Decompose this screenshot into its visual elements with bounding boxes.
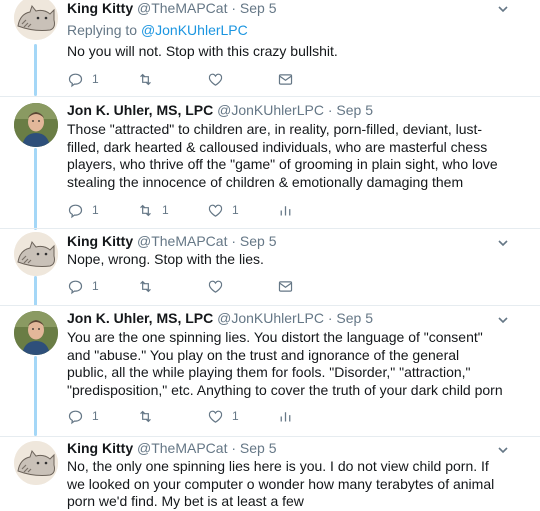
heart-icon xyxy=(208,73,223,86)
tweet-date[interactable]: Sep 5 xyxy=(240,233,277,249)
replying-to-mention[interactable]: @JonKUhlerLPC xyxy=(141,22,248,38)
reply-icon xyxy=(68,410,83,424)
retweet-icon xyxy=(140,280,151,292)
retweet-icon xyxy=(140,410,151,422)
user-handle[interactable]: @TheMAPCat xyxy=(137,233,227,249)
heart-icon xyxy=(208,280,223,293)
replying-to-label: Replying to xyxy=(67,22,138,38)
avatar[interactable] xyxy=(14,311,58,355)
user-handle[interactable]: @TheMAPCat xyxy=(137,0,227,16)
display-name[interactable]: King Kitty xyxy=(67,0,133,16)
tweet[interactable]: King Kitty @TheMAPCat · Sep 5 Nope, wron… xyxy=(0,229,540,305)
reply-icon xyxy=(68,204,83,218)
like-button[interactable] xyxy=(207,277,232,295)
reply-count: 1 xyxy=(92,72,99,86)
reply-icon xyxy=(68,73,83,87)
reply-button[interactable]: 1 xyxy=(67,201,99,219)
analytics-icon xyxy=(280,205,291,215)
user-handle[interactable]: @JonKUhlerLPC xyxy=(217,310,324,326)
heart-icon xyxy=(208,410,223,423)
like-count: 1 xyxy=(232,203,239,217)
tweet[interactable]: Jon K. Uhler, MS, LPC @JonKUhlerLPC · Se… xyxy=(0,306,540,436)
tweet-header: Jon K. Uhler, MS, LPC @JonKUhlerLPC · Se… xyxy=(67,102,373,118)
analytics-icon xyxy=(280,411,291,421)
envelope-icon xyxy=(278,73,293,85)
chevron-down-icon[interactable] xyxy=(496,443,510,457)
user-handle[interactable]: @JonKUhlerLPC xyxy=(217,102,324,118)
tweet-date[interactable]: Sep 5 xyxy=(240,0,277,16)
reply-button[interactable]: 1 xyxy=(67,407,99,425)
tweet-date[interactable]: Sep 5 xyxy=(240,440,277,456)
tweet-actions: 1 1 1 xyxy=(67,201,507,219)
separator-dot: · xyxy=(231,233,237,249)
tweet[interactable]: Jon K. Uhler, MS, LPC @JonKUhlerLPC · Se… xyxy=(0,97,540,228)
analytics-button[interactable] xyxy=(277,407,294,425)
separator-dot: · xyxy=(231,440,237,456)
display-name[interactable]: King Kitty xyxy=(67,233,133,249)
retweet-icon xyxy=(140,73,151,85)
tweet-text: Nope, wrong. Stop with the lies. xyxy=(67,251,264,267)
tweet-date[interactable]: Sep 5 xyxy=(336,310,373,326)
separator-dot: · xyxy=(327,310,333,326)
reply-count: 1 xyxy=(92,279,99,293)
reply-button[interactable]: 1 xyxy=(67,277,99,295)
display-name[interactable]: Jon K. Uhler, MS, LPC xyxy=(67,102,213,118)
dm-button[interactable] xyxy=(277,70,294,88)
like-button[interactable] xyxy=(207,70,232,88)
tweet-text: Those "attracted" to children are, in re… xyxy=(67,121,498,190)
avatar[interactable] xyxy=(14,441,58,485)
tweet-header: Jon K. Uhler, MS, LPC @JonKUhlerLPC · Se… xyxy=(67,310,373,326)
avatar[interactable] xyxy=(14,103,58,147)
tweet-header: King Kitty @TheMAPCat · Sep 5 xyxy=(67,440,277,456)
chevron-down-icon[interactable] xyxy=(496,236,510,250)
tweet-actions: 1 xyxy=(67,277,507,295)
tweet-header: King Kitty @TheMAPCat · Sep 5 xyxy=(67,233,277,249)
heart-icon xyxy=(208,204,223,217)
reply-button[interactable]: 1 xyxy=(67,70,99,88)
avatar[interactable] xyxy=(14,0,58,40)
avatar[interactable] xyxy=(14,232,58,276)
separator-dot: · xyxy=(327,102,333,118)
separator-dot: · xyxy=(231,0,237,16)
like-count: 1 xyxy=(232,409,239,423)
like-button[interactable]: 1 xyxy=(207,201,239,219)
tweet-header: King Kitty @TheMAPCat · Sep 5 xyxy=(67,0,277,16)
tweet-date[interactable]: Sep 5 xyxy=(336,102,373,118)
tweet-actions: 1 1 xyxy=(67,407,507,425)
chevron-down-icon[interactable] xyxy=(496,2,510,16)
reply-icon xyxy=(68,280,83,294)
tweet-actions: 1 xyxy=(67,70,507,88)
user-handle[interactable]: @TheMAPCat xyxy=(137,440,227,456)
retweet-button[interactable] xyxy=(137,70,162,88)
chevron-down-icon[interactable] xyxy=(496,313,510,327)
like-button[interactable]: 1 xyxy=(207,407,239,425)
tweet-text: You are the one spinning lies. You disto… xyxy=(67,329,503,398)
tweet-text: No, the only one spinning lies here is y… xyxy=(67,458,495,509)
tweet[interactable]: King Kitty @TheMAPCat · Sep 5 Replying t… xyxy=(0,0,540,96)
dm-button[interactable] xyxy=(277,277,294,295)
reply-count: 1 xyxy=(92,203,99,217)
display-name[interactable]: King Kitty xyxy=(67,440,133,456)
retweet-count: 1 xyxy=(162,203,169,217)
reply-count: 1 xyxy=(92,409,99,423)
analytics-button[interactable] xyxy=(277,201,294,219)
retweet-button[interactable]: 1 xyxy=(137,201,169,219)
tweet[interactable]: King Kitty @TheMAPCat · Sep 5 No, the on… xyxy=(0,437,540,510)
replying-to: Replying to @JonKUhlerLPC xyxy=(67,22,248,38)
envelope-icon xyxy=(278,280,293,292)
retweet-button[interactable] xyxy=(137,277,162,295)
tweet-text: No you will not. Stop with this crazy bu… xyxy=(67,43,338,59)
retweet-button[interactable] xyxy=(137,407,162,425)
retweet-icon xyxy=(140,204,151,216)
display-name[interactable]: Jon K. Uhler, MS, LPC xyxy=(67,310,213,326)
